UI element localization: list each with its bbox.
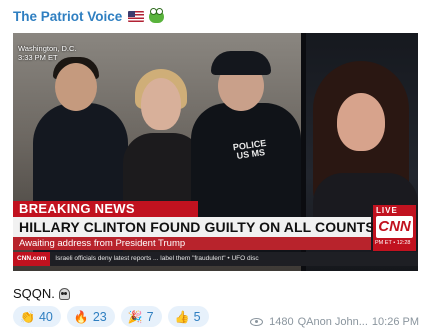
message-meta: 1480 QAnon John... 10:26 PM: [250, 316, 419, 328]
caption-text: SQQN.: [13, 286, 55, 301]
reaction-count: 40: [38, 309, 53, 324]
party-popper-icon: 🎉: [127, 309, 143, 324]
reaction-count: 7: [146, 309, 154, 324]
clap-icon: 👏: [20, 309, 35, 324]
headline-text: HILLARY CLINTON FOUND GUILTY ON ALL COUN…: [13, 217, 375, 237]
reaction-count: 23: [92, 309, 107, 324]
reaction-count: 5: [193, 309, 201, 324]
ticker-text: Israeli officials deny latest reports ..…: [55, 255, 259, 262]
message-caption: SQQN.: [13, 286, 70, 301]
reaction-party[interactable]: 🎉 7: [120, 306, 162, 327]
location-time: 3:33 PM ET: [18, 53, 58, 62]
author-signature: QAnon John...: [297, 316, 368, 328]
live-time: PM ET • 12:28: [375, 240, 411, 246]
frog-icon: [149, 7, 165, 23]
reaction-clap[interactable]: 👏 40: [13, 306, 61, 327]
eye-icon: [250, 318, 264, 326]
police-patch: POLICE US MS: [232, 137, 267, 161]
woman-head: [141, 78, 181, 130]
officer-left-head: [55, 63, 97, 111]
fire-icon: 🔥: [73, 309, 89, 324]
location-stamp: Washington, D.C. 3:33 PM ET: [18, 44, 77, 62]
ticker-logo: CNN.com: [13, 252, 51, 266]
live-label: LIVE: [376, 206, 398, 215]
reaction-thumbs-up[interactable]: 👍 5: [167, 306, 209, 327]
location-city: Washington, D.C.: [18, 44, 77, 53]
breaking-news-label: BREAKING NEWS: [13, 201, 198, 217]
channel-name-label: The Patriot Voice: [13, 8, 123, 24]
news-screenshot-image[interactable]: POLICE US MS Washington, D.C. 3:33 PM ET…: [13, 33, 418, 271]
us-flag-icon: [128, 10, 145, 22]
subheadline-text: Awaiting address from President Trump: [13, 237, 371, 250]
officer-right-cap: [211, 51, 271, 75]
thumbs-up-icon: 👍: [174, 309, 190, 324]
anchor-face: [337, 93, 385, 151]
network-logo: CNN: [376, 216, 413, 238]
message-bubble: The Patriot Voice POLICE US MS Washingto…: [0, 0, 431, 333]
reactions-row: 👏 40 🔥 23 🎉 7 👍 5: [13, 306, 209, 327]
timestamp: 10:26 PM: [371, 316, 419, 328]
skull-icon: [58, 287, 70, 300]
channel-name[interactable]: The Patriot Voice: [13, 7, 165, 25]
reaction-fire[interactable]: 🔥 23: [66, 306, 115, 327]
view-count: 1480: [269, 316, 294, 328]
news-ticker: CNN.com Israeli officials deny latest re…: [13, 252, 418, 266]
